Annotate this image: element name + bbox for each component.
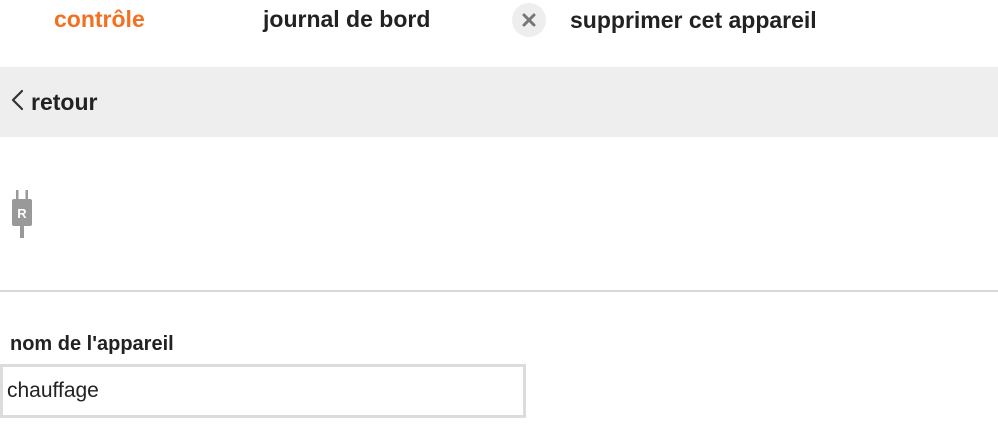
plug-icon-letter: R <box>17 206 27 221</box>
device-name-label: nom de l'appareil <box>10 333 174 355</box>
back-bar: retour <box>0 67 998 137</box>
delete-device-label[interactable]: supprimer cet appareil <box>570 7 817 34</box>
close-icon[interactable] <box>512 3 546 37</box>
chevron-left-icon[interactable] <box>10 89 24 116</box>
tab-control[interactable]: contrôle <box>54 4 145 34</box>
back-button[interactable]: retour <box>10 87 97 117</box>
section-divider <box>0 290 998 292</box>
device-name-input[interactable] <box>0 364 526 418</box>
delete-device-button[interactable]: supprimer cet appareil <box>512 3 817 37</box>
plug-icon: R <box>10 190 34 240</box>
top-tab-bar: contrôle journal de bord supprimer cet a… <box>0 0 998 40</box>
tab-journal[interactable]: journal de bord <box>263 4 430 34</box>
back-label[interactable]: retour <box>31 89 97 116</box>
